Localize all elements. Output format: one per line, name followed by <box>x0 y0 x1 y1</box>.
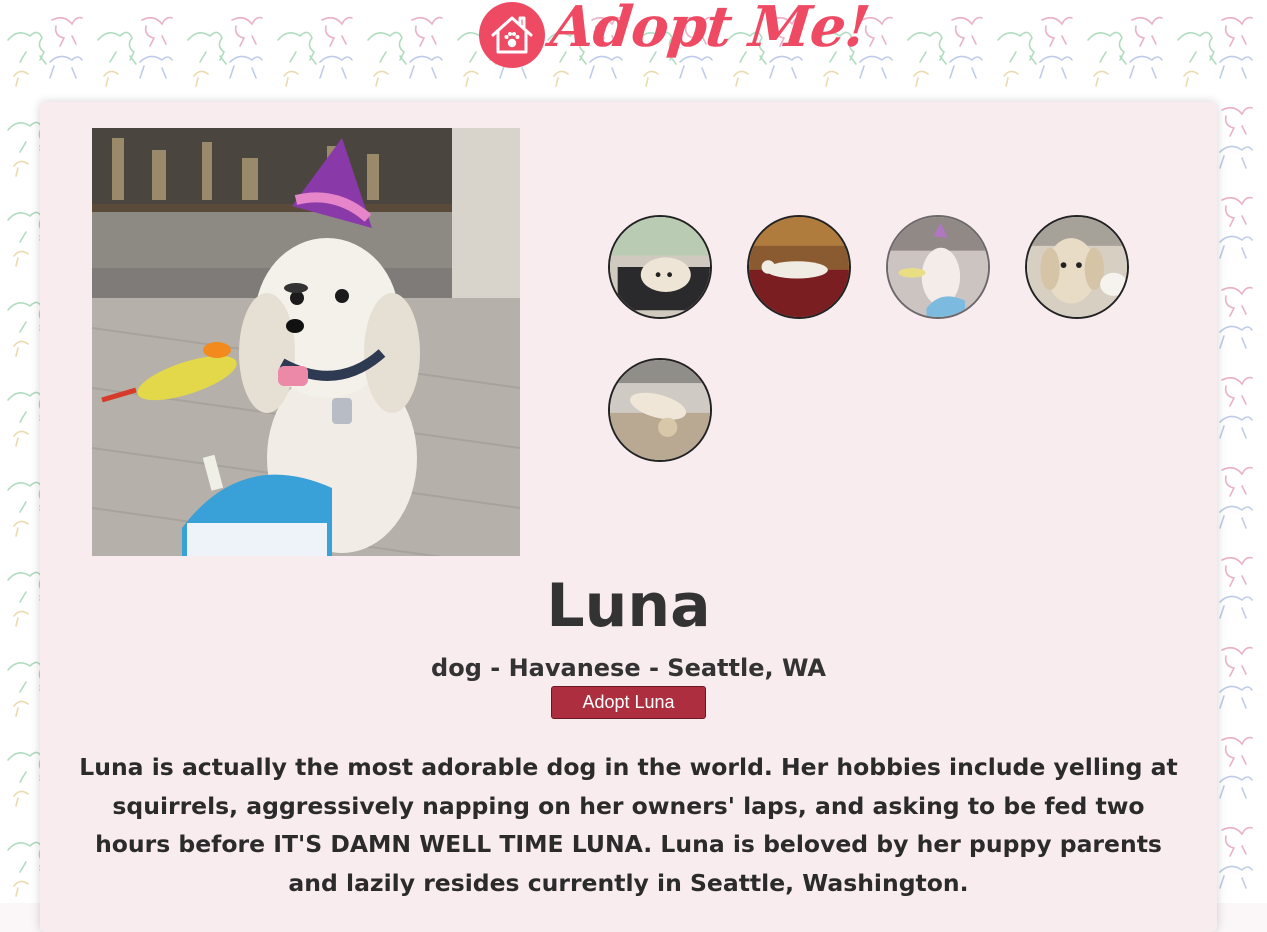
thumbnail-image-2[interactable] <box>747 215 851 319</box>
thumbnail-gallery <box>608 215 1168 475</box>
thumbnail-image-5[interactable] <box>608 358 712 462</box>
pet-description: Luna is actually the most adorable dog i… <box>79 753 1178 897</box>
pet-name: Luna <box>546 571 711 641</box>
thumbnail-image-1[interactable] <box>608 215 712 319</box>
site-header: Adopt Me! <box>0 0 1267 90</box>
pet-details-card: Luna dog - Havanese - Seattle, WA Adopt … <box>40 102 1217 932</box>
logo-text: Adopt Me! <box>547 0 873 60</box>
thumbnail-image-4[interactable] <box>1025 215 1129 319</box>
adopt-button[interactable]: Adopt Luna <box>551 686 706 719</box>
thumbnail-image-3[interactable] <box>886 215 990 319</box>
pet-details: dog - Havanese - Seattle, WA <box>431 654 826 682</box>
house-paw-icon <box>479 2 545 68</box>
pet-hero-image <box>92 128 520 556</box>
